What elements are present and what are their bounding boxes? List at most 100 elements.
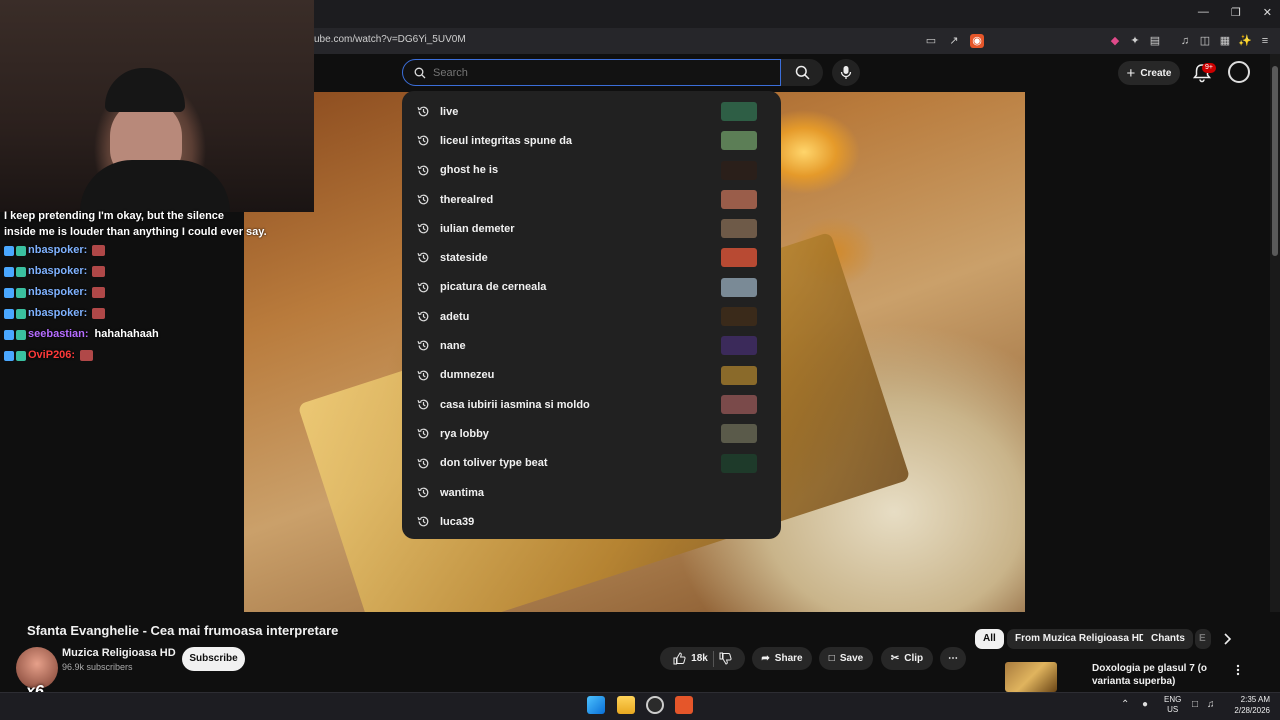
leo-ai-icon[interactable]: ✨ [1238,34,1252,48]
suggestion-thumbnail [721,160,757,180]
save-button[interactable]: □ Save [819,647,873,670]
brave-shield-icon[interactable]: ◉ [970,34,984,48]
search-suggestion-item[interactable]: live [402,97,781,126]
chat-username[interactable]: seebastian: [28,324,89,345]
search-suggestion-item[interactable]: stateside [402,243,781,272]
chat-username[interactable]: nbaspoker: [28,240,87,261]
account-avatar[interactable] [1228,61,1250,83]
subscribe-button[interactable]: Subscribe [182,647,245,671]
more-actions-button[interactable]: ⋯ [940,647,966,670]
app-icon[interactable] [646,696,664,714]
history-icon [417,458,429,468]
search-suggestion-item[interactable]: casa iubirii iasmina si moldo [402,390,781,419]
chip-all[interactable]: All [975,629,1004,649]
clip-button[interactable]: ✂ Clip [881,647,933,670]
create-button[interactable]: + Create [1118,61,1180,85]
chat-badge-icon [16,245,26,256]
suggestion-text: picatura de cerneala [440,281,547,294]
volume-icon[interactable]: ♫ [1207,699,1215,710]
system-clock[interactable]: 2:35 AM 2/28/2026 [1226,694,1270,716]
restore-icon[interactable]: ❐ [1231,6,1241,19]
chat-badge-icon [4,287,14,298]
history-icon [417,106,429,117]
chat-emote-icon [92,308,106,319]
search-input[interactable] [433,65,753,81]
chat-badge-icon [16,266,26,277]
brave-browser-icon[interactable] [675,696,693,714]
like-button[interactable]: 18k [673,652,708,665]
suggestion-text: iulian demeter [440,222,515,235]
chat-badge-icon [16,329,26,340]
chip-from-channel[interactable]: From Muzica Religioasa HD [1007,629,1155,649]
channel-name[interactable]: Muzica Religioasa HD [62,647,176,659]
chevron-right-icon[interactable] [1220,632,1234,646]
search-suggestion-item[interactable]: ghost he is [402,156,781,185]
chat-badge-icon [4,350,14,361]
url-text[interactable]: ube.com/watch?v=DG6Yi_5UV0M [314,34,466,45]
windows-start-icon[interactable] [587,696,605,714]
language-indicator[interactable]: ENG US [1164,695,1181,715]
suggestion-text: live [440,105,459,118]
puzzle-icon[interactable]: ✦ [1128,34,1142,48]
menu-icon[interactable]: ≡ [1258,34,1272,48]
extension-icon[interactable]: ◆ [1108,34,1122,48]
search-suggestion-item[interactable]: don toliver type beat [402,449,781,478]
wallet-app-icon[interactable]: ▦ [1218,34,1232,48]
suggestion-text: stateside [440,252,488,265]
wallet-icon[interactable]: ▤ [1148,34,1162,48]
suggestion-thumbnail [721,453,757,473]
chat-username[interactable]: OviP206: [28,345,75,366]
suggestion-thumbnail [721,189,757,209]
chat-username[interactable]: nbaspoker: [28,261,87,282]
related-video-title[interactable]: Doxologia pe glasul 7 (o varianta superb… [1092,662,1212,688]
search-icon [414,67,426,79]
search-suggestion-item[interactable]: dumnezeu [402,361,781,390]
chat-message: nbaspoker: [0,240,330,261]
search-suggestion-item[interactable]: nane [402,331,781,360]
chat-username[interactable]: nbaspoker: [28,303,87,324]
chat-username[interactable]: nbaspoker: [28,282,87,303]
chat-badge-icon [4,329,14,340]
history-icon [417,370,429,381]
suggestion-text: luca39 [440,515,475,528]
tray-chevron-up-icon[interactable]: ⌃ [1121,699,1129,710]
suggestion-text: wantima [440,486,485,499]
chat-badge-icon [16,308,26,319]
history-icon [417,253,429,263]
stream-chat-overlay: I keep pretending I'm okay, but the sile… [0,208,330,366]
music-icon[interactable]: ♫ [1178,34,1192,48]
file-explorer-icon[interactable] [617,696,635,714]
suggestion-thumbnail [721,219,757,239]
search-suggestion-item[interactable]: therealred [402,185,781,214]
history-icon [417,223,429,234]
suggestion-text: nane [440,340,466,353]
share-page-icon[interactable]: ↗ [947,34,961,48]
scrollbar-thumb[interactable] [1272,66,1278,256]
related-video-thumbnail[interactable] [1005,662,1057,692]
search-button[interactable] [781,59,823,86]
search-suggestion-item[interactable]: iulian demeter [402,214,781,243]
close-icon[interactable]: ✕ [1263,6,1272,19]
cast-icon[interactable]: ▭ [924,34,938,48]
chip-truncated[interactable]: E [1195,629,1211,649]
minimize-icon[interactable]: — [1198,6,1209,19]
scissors-icon: ✂ [890,653,900,664]
more-vertical-icon[interactable] [1232,664,1244,676]
mic-tray-icon[interactable]: ● [1142,699,1148,710]
search-box[interactable] [402,59,781,86]
thumbs-down-icon[interactable] [719,652,732,665]
search-suggestion-item[interactable]: wantima [402,478,781,507]
search-suggestion-item[interactable]: luca39 [402,507,781,536]
search-suggestion-item[interactable]: liceul integritas spune da [402,126,781,155]
voice-search-button[interactable] [832,59,860,86]
search-suggestion-item[interactable]: rya lobby [402,419,781,448]
create-label: Create [1140,67,1172,79]
history-icon [417,399,429,410]
sidebar-icon[interactable]: ◫ [1198,34,1212,48]
chip-chants[interactable]: Chants [1143,629,1193,649]
network-icon[interactable]: □ [1192,699,1198,710]
share-button[interactable]: ➦ Share [752,647,812,670]
search-suggestion-item[interactable]: adetu [402,302,781,331]
search-suggestion-item[interactable]: picatura de cerneala [402,273,781,302]
streamer-cap [105,68,185,112]
